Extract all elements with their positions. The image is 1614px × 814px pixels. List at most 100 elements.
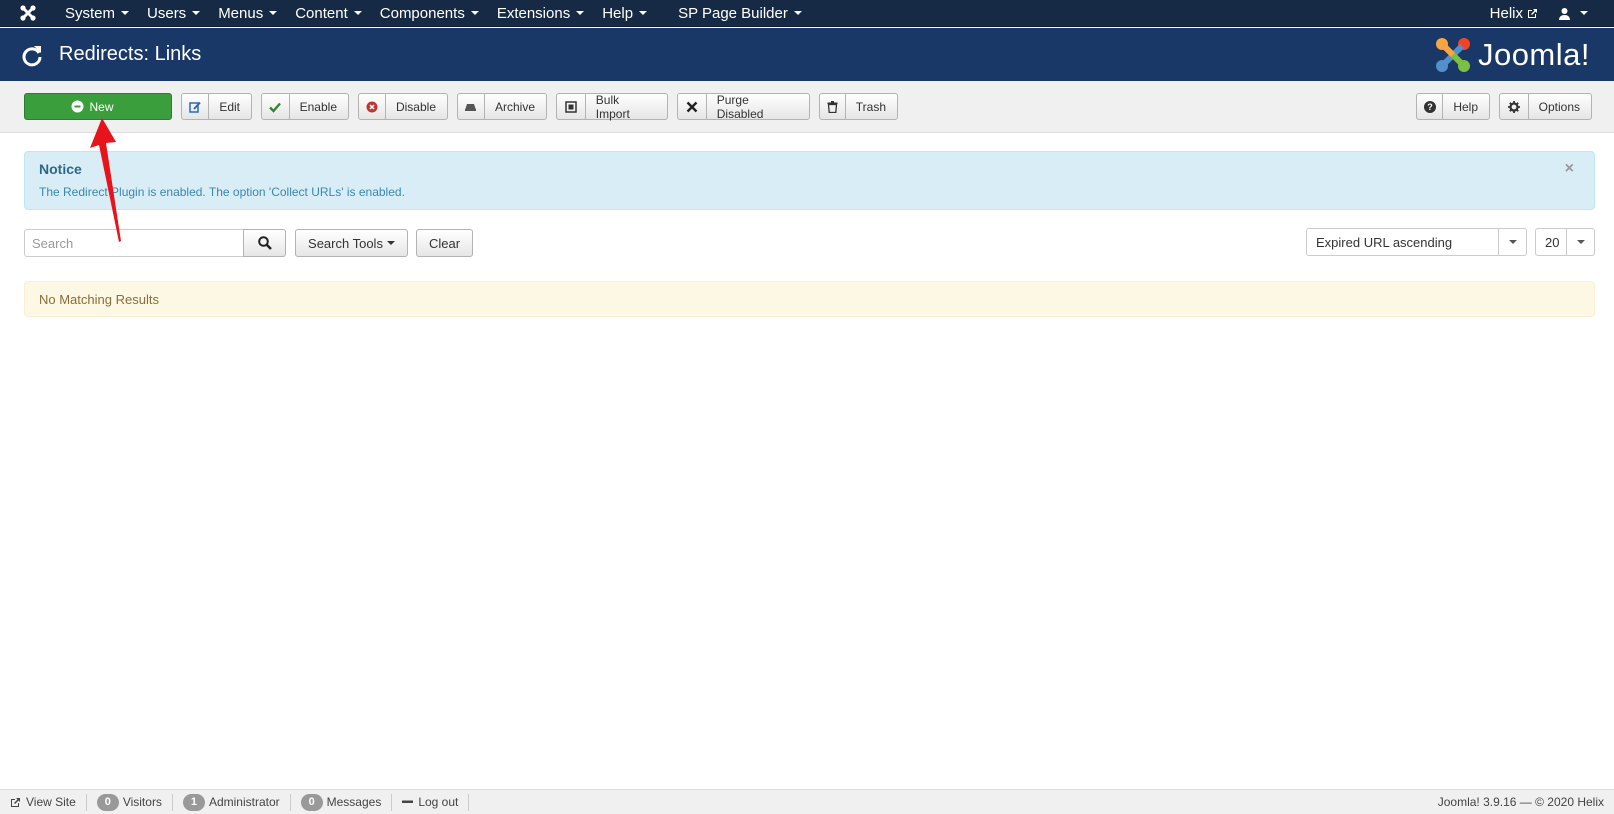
menu-extensions-label: Extensions <box>496 4 571 22</box>
question-circle-icon: ? <box>1417 94 1444 119</box>
edit-button-label: Edit <box>219 99 240 114</box>
status-footer: View Site 0 Visitors 1 Administrator 0 M… <box>0 789 1614 814</box>
search-input[interactable] <box>24 229 244 257</box>
archive-button-label: Archive <box>494 99 535 114</box>
redirect-icon <box>20 43 56 67</box>
edit-button[interactable]: Edit <box>181 93 252 120</box>
menu-components-label: Components <box>379 4 465 22</box>
purge-disabled-button-label: Purge Disabled <box>716 92 764 121</box>
logout-label: Log out <box>418 795 459 809</box>
trash-button-label: Trash <box>855 99 886 114</box>
bulk-import-button[interactable]: Bulk Import <box>556 92 668 121</box>
external-link-icon <box>11 797 20 807</box>
user-menu[interactable] <box>1548 0 1598 27</box>
enable-button[interactable]: Enable <box>261 93 349 120</box>
gear-icon <box>1500 94 1529 119</box>
page-header: Redirects: Links Joomla! <box>0 28 1614 81</box>
main-menu: System Users Menus Content Components Ex… <box>56 0 811 27</box>
new-button[interactable]: New <box>24 93 172 120</box>
no-results-alert: No Matching Results <box>24 281 1595 317</box>
messages-count-badge: 0 <box>300 793 323 811</box>
external-link-icon <box>1528 8 1537 18</box>
search-tools-label: Search Tools <box>308 235 383 251</box>
options-button-label: Options <box>1538 99 1580 114</box>
caret-down-icon <box>192 11 201 15</box>
page-title: Redirects: Links <box>59 43 202 65</box>
limit-value: 20 <box>1545 234 1560 250</box>
view-site-link[interactable]: View Site <box>0 793 87 811</box>
brand-text: Joomla! <box>1477 36 1590 72</box>
caret-down-icon <box>386 241 395 245</box>
menu-menus[interactable]: Menus <box>209 0 286 27</box>
limit-select[interactable]: 20 <box>1535 228 1595 256</box>
administrator-label: Administrator <box>208 795 280 809</box>
search-tools-button[interactable]: Search Tools <box>295 229 408 257</box>
joomla-logo-icon <box>1435 37 1470 72</box>
new-button-label: New <box>89 99 114 114</box>
logout-link[interactable]: Log out <box>392 793 470 811</box>
menu-help-label: Help <box>602 4 634 22</box>
annotation-arrow-icon <box>90 118 121 242</box>
menu-users-label: Users <box>147 4 187 22</box>
site-name: Helix <box>1489 4 1523 22</box>
notice-alert: Notice The Redirect Plugin is enabled. T… <box>24 151 1595 210</box>
disable-button-label: Disable <box>395 99 436 114</box>
view-site-label: View Site <box>26 795 76 809</box>
options-button[interactable]: Options <box>1499 93 1592 120</box>
plus-circle-icon <box>71 100 84 113</box>
ordering-value: Expired URL ascending <box>1316 234 1453 250</box>
bulk-import-button-label: Bulk Import <box>595 92 630 121</box>
visitors-label: Visitors <box>122 795 162 809</box>
version-text: Joomla! 3.9.16 — © 2020 Helix <box>1437 795 1604 809</box>
admin-count-badge: 1 <box>182 793 205 811</box>
caret-down-icon <box>269 11 278 15</box>
caret-down-icon <box>793 11 802 15</box>
close-icon[interactable]: × <box>1565 160 1574 178</box>
no-results-message: No Matching Results <box>39 291 159 307</box>
clear-button-label: Clear <box>428 235 461 251</box>
administrator-link[interactable]: 1 Administrator <box>173 793 291 811</box>
notice-heading: Notice <box>39 161 82 177</box>
search-button[interactable] <box>243 229 286 257</box>
menu-sp-page-builder-label: SP Page Builder <box>678 4 788 22</box>
caret-down-icon <box>1580 11 1588 15</box>
edit-icon <box>182 94 210 119</box>
menu-help[interactable]: Help <box>593 0 656 27</box>
menu-system[interactable]: System <box>56 0 138 27</box>
minus-icon <box>402 800 414 803</box>
menu-content[interactable]: Content <box>286 0 371 27</box>
menu-components[interactable]: Components <box>371 0 488 27</box>
trash-icon <box>820 94 846 119</box>
chevron-down-icon <box>1566 229 1594 255</box>
toolbar: New Edit Enable Disable Archive Bulk Imp… <box>0 81 1614 133</box>
caret-down-icon <box>121 11 130 15</box>
enable-button-label: Enable <box>299 99 337 114</box>
joomla-icon[interactable] <box>0 0 56 27</box>
menu-sp-page-builder[interactable]: SP Page Builder <box>669 0 811 27</box>
user-icon <box>1559 7 1570 20</box>
purge-disabled-button[interactable]: Purge Disabled <box>677 92 810 121</box>
ordering-select[interactable]: Expired URL ascending <box>1306 228 1527 256</box>
menu-extensions[interactable]: Extensions <box>488 0 593 27</box>
clear-button[interactable]: Clear <box>416 229 473 257</box>
site-link[interactable]: Helix <box>1480 0 1548 27</box>
bulk-import-icon <box>557 94 586 119</box>
close-x-icon <box>678 94 707 119</box>
visitors-count-badge: 0 <box>96 793 119 811</box>
menu-users[interactable]: Users <box>138 0 209 27</box>
help-button-label: Help <box>1453 99 1478 114</box>
archive-button[interactable]: Archive <box>457 93 547 120</box>
messages-label: Messages <box>326 795 382 809</box>
trash-button[interactable]: Trash <box>819 93 898 120</box>
svg-text:?: ? <box>1427 102 1433 112</box>
menu-menus-label: Menus <box>218 4 264 22</box>
search-icon <box>257 236 272 250</box>
menu-system-label: System <box>65 4 116 22</box>
messages-link[interactable]: 0 Messages <box>291 793 393 811</box>
caret-down-icon <box>470 11 479 15</box>
caret-down-icon <box>576 11 585 15</box>
disable-button[interactable]: Disable <box>358 93 448 120</box>
visitors-link[interactable]: 0 Visitors <box>87 793 173 811</box>
help-button[interactable]: ? Help <box>1416 93 1490 120</box>
chevron-down-icon <box>1498 229 1526 255</box>
